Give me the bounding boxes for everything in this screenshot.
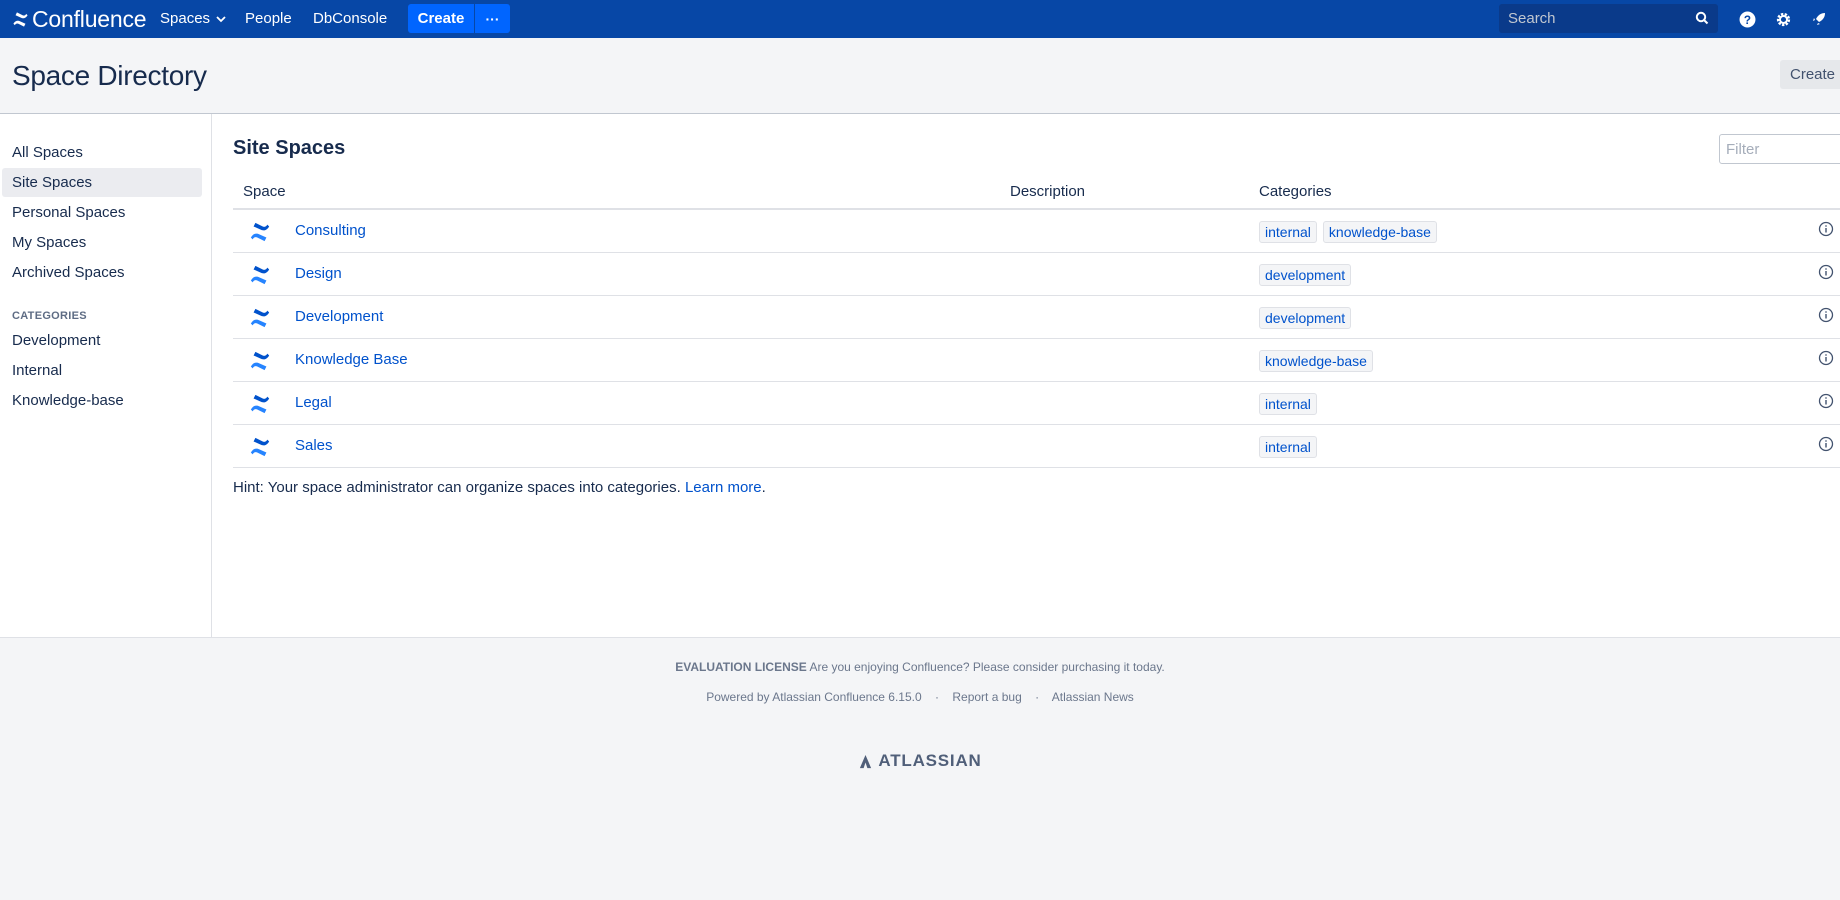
search-icon[interactable] xyxy=(1695,11,1709,25)
space-name-link[interactable]: Design xyxy=(295,265,342,282)
filter-input[interactable] xyxy=(1726,135,1836,163)
space-name-link[interactable]: Sales xyxy=(295,437,333,454)
filter-box xyxy=(1719,134,1840,164)
space-icon[interactable] xyxy=(249,436,271,458)
info-icon[interactable] xyxy=(1818,264,1834,280)
help-icon[interactable]: ? xyxy=(1737,9,1757,29)
space-icon[interactable] xyxy=(249,307,271,329)
category-tags: internal xyxy=(1259,393,1317,415)
chevron-down-icon xyxy=(216,15,226,22)
page-header: Space Directory Create Space xyxy=(0,38,1840,114)
sidebar-category-development[interactable]: Development xyxy=(2,326,202,355)
learn-more-link[interactable]: Learn more xyxy=(685,479,762,496)
info-icon[interactable] xyxy=(1818,307,1834,323)
space-name-link[interactable]: Development xyxy=(295,308,383,325)
category-tag[interactable]: internal xyxy=(1259,393,1317,415)
report-bug-link[interactable]: Report a bug xyxy=(952,690,1021,704)
table-row: Sales internal xyxy=(233,425,1840,468)
table-row: Knowledge Base knowledge-base xyxy=(233,339,1840,382)
spaces-menu-label: Spaces xyxy=(160,10,211,27)
space-name-link[interactable]: Legal xyxy=(295,394,332,411)
search-input[interactable] xyxy=(1508,10,1688,27)
create-button[interactable]: Create xyxy=(408,4,474,33)
confluence-logo-icon xyxy=(13,11,28,27)
sidebar-item-all-spaces[interactable]: All Spaces xyxy=(2,138,202,167)
powered-by-link[interactable]: Powered by Atlassian Confluence 6.15.0 xyxy=(706,690,921,704)
space-icon[interactable] xyxy=(249,221,271,243)
license-label: EVALUATION LICENSE xyxy=(675,660,807,674)
table-row: Development development xyxy=(233,296,1840,339)
category-tag[interactable]: development xyxy=(1259,264,1352,286)
info-icon[interactable] xyxy=(1818,393,1834,409)
column-header-categories[interactable]: Categories xyxy=(1259,183,1332,200)
hint-message: Hint: Your space administrator can organ… xyxy=(233,479,681,496)
info-icon[interactable] xyxy=(1818,221,1834,237)
table-row: Consulting internal knowledge-base xyxy=(233,210,1840,253)
categories-heading: CATEGORIES xyxy=(12,310,87,322)
column-header-description[interactable]: Description xyxy=(1010,183,1085,200)
info-icon[interactable] xyxy=(1818,436,1834,452)
footer-separator: · xyxy=(1035,690,1040,704)
people-link[interactable]: People xyxy=(245,10,292,27)
category-tag[interactable]: development xyxy=(1259,307,1352,329)
column-header-space[interactable]: Space xyxy=(243,183,286,200)
category-tags: internal xyxy=(1259,436,1317,458)
info-icon[interactable] xyxy=(1818,350,1834,366)
category-tags: development xyxy=(1259,264,1352,286)
category-tag[interactable]: internal xyxy=(1259,221,1317,243)
category-tag[interactable]: internal xyxy=(1259,436,1317,458)
spaces-menu[interactable]: Spaces xyxy=(160,10,226,27)
sidebar-item-my-spaces[interactable]: My Spaces xyxy=(2,228,202,257)
sidebar-category-internal[interactable]: Internal xyxy=(2,356,202,385)
table-row: Design development xyxy=(233,253,1840,296)
table-row: Legal internal xyxy=(233,382,1840,425)
category-tag[interactable]: knowledge-base xyxy=(1322,221,1437,243)
search-box xyxy=(1499,4,1718,33)
content-area: All Spaces Site Spaces Personal Spaces M… xyxy=(0,114,1840,638)
create-more-button[interactable]: ··· xyxy=(475,4,510,33)
hint-text: Hint: Your space administrator can organ… xyxy=(233,479,766,496)
section-title: Site Spaces xyxy=(233,137,346,159)
category-tags: internal knowledge-base xyxy=(1259,221,1437,243)
svg-text:?: ? xyxy=(1743,13,1750,26)
space-name-link[interactable]: Consulting xyxy=(295,222,366,239)
atlassian-logo-icon xyxy=(860,754,872,768)
sidebar-item-personal-spaces[interactable]: Personal Spaces xyxy=(2,198,202,227)
license-notice: EVALUATION LICENSE Are you enjoying Conf… xyxy=(0,660,1840,674)
hint-end: . xyxy=(761,479,766,496)
space-icon[interactable] xyxy=(249,350,271,372)
rocket-icon[interactable] xyxy=(1809,9,1829,29)
footer-links: Powered by Atlassian Confluence 6.15.0 ·… xyxy=(0,690,1840,704)
space-icon[interactable] xyxy=(249,264,271,286)
sidebar-item-archived-spaces[interactable]: Archived Spaces xyxy=(2,258,202,287)
gear-icon[interactable] xyxy=(1773,9,1793,29)
license-text: Are you enjoying Confluence? Please cons… xyxy=(809,660,1165,674)
footer: EVALUATION LICENSE Are you enjoying Conf… xyxy=(0,638,1840,900)
space-icon[interactable] xyxy=(249,393,271,415)
category-tags: development xyxy=(1259,307,1352,329)
create-space-button[interactable]: Create Space xyxy=(1780,60,1840,89)
atlassian-logo: ATLASSIAN xyxy=(0,751,1840,771)
page-title: Space Directory xyxy=(12,60,207,91)
space-name-link[interactable]: Knowledge Base xyxy=(295,351,408,368)
top-navigation-bar: Confluence Spaces People DbConsole Creat… xyxy=(0,0,1840,38)
confluence-logo[interactable]: Confluence xyxy=(12,5,147,33)
product-name: Confluence xyxy=(32,5,147,32)
sidebar-item-site-spaces[interactable]: Site Spaces xyxy=(2,168,202,197)
sidebar-category-knowledge-base[interactable]: Knowledge-base xyxy=(2,386,202,415)
atlassian-news-link[interactable]: Atlassian News xyxy=(1052,690,1134,704)
dbconsole-link[interactable]: DbConsole xyxy=(313,10,387,27)
category-tag[interactable]: knowledge-base xyxy=(1259,350,1373,372)
atlassian-wordmark: ATLASSIAN xyxy=(878,751,982,770)
footer-separator: · xyxy=(935,690,940,704)
category-tags: knowledge-base xyxy=(1259,350,1373,372)
sidebar: All Spaces Site Spaces Personal Spaces M… xyxy=(0,114,212,638)
